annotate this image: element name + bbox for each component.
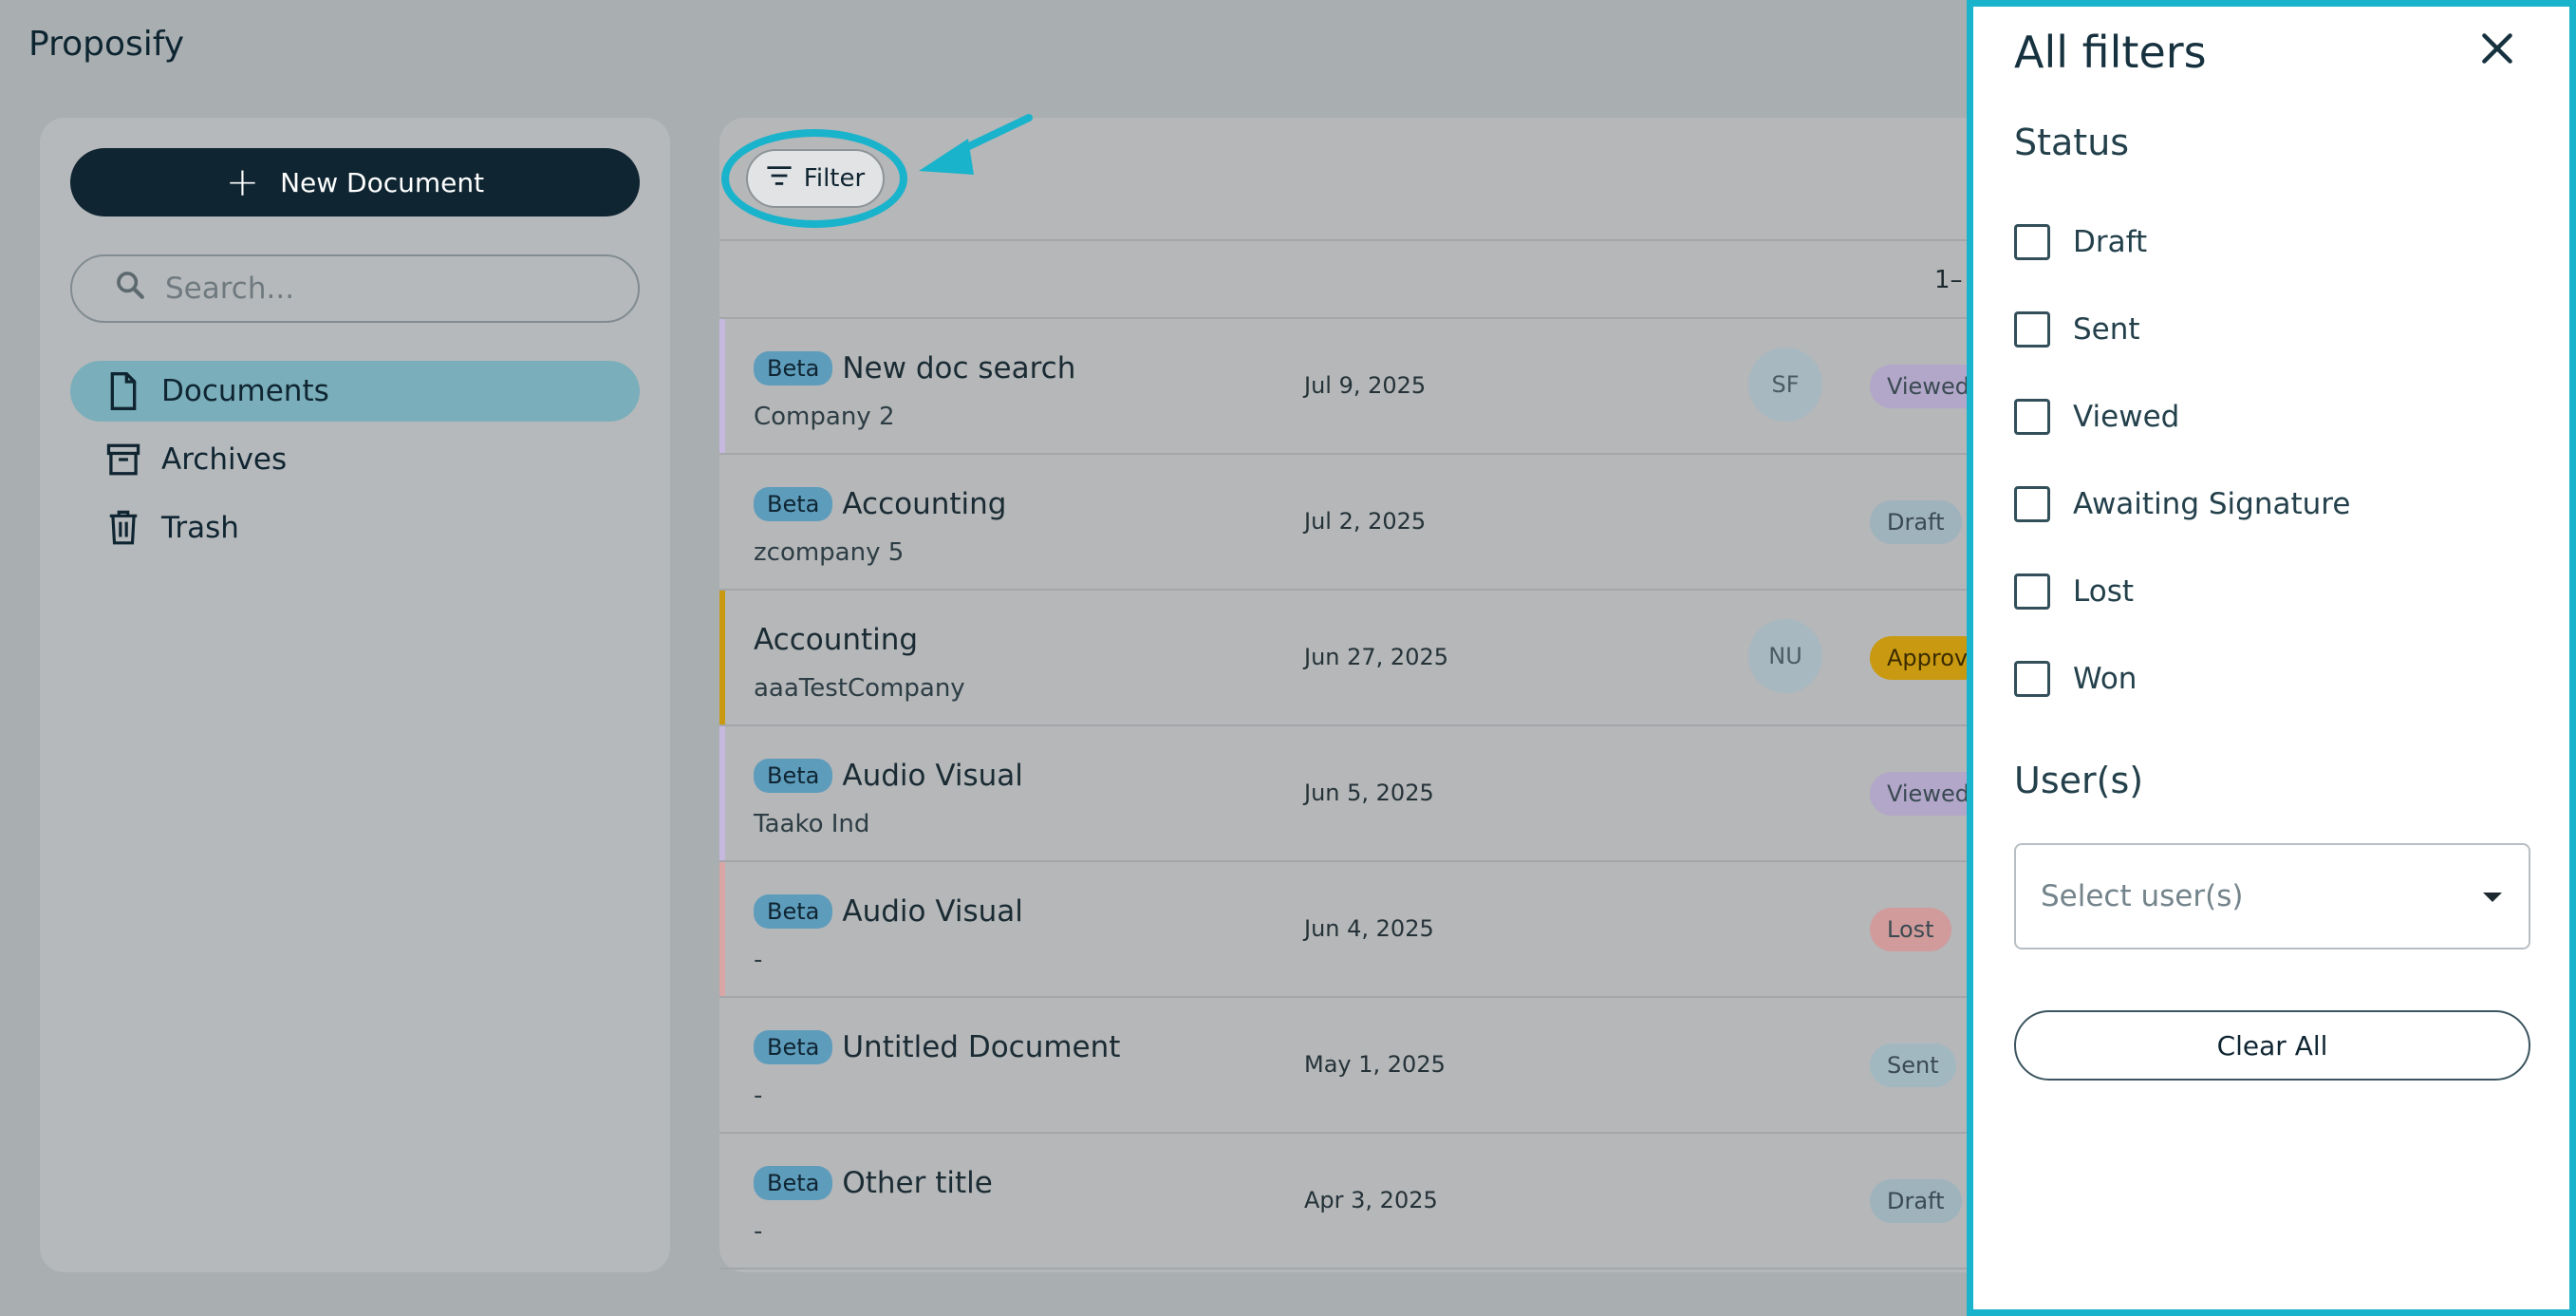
status-badge: Sent: [1870, 1043, 1956, 1087]
status-option-won[interactable]: Won: [2014, 661, 2137, 697]
status-badge: Draft: [1870, 500, 1962, 544]
status-option-label: Lost: [2073, 574, 2134, 609]
pointer-arrow-icon: [919, 114, 1033, 175]
table-row[interactable]: Beta Untitled Document - May 1, 2025 Sent: [719, 998, 1972, 1134]
checkbox[interactable]: [2014, 573, 2050, 610]
document-title: Accounting: [754, 623, 919, 657]
status-option-draft[interactable]: Draft: [2014, 224, 2147, 260]
app-title: Proposify: [28, 25, 185, 64]
status-option-sent[interactable]: Sent: [2014, 311, 2140, 348]
checkbox[interactable]: [2014, 224, 2050, 260]
beta-badge: Beta: [754, 894, 833, 929]
document-title-line: Accounting: [754, 623, 918, 657]
row-accent: [719, 591, 725, 724]
users-select[interactable]: Select user(s): [2014, 843, 2530, 949]
row-accent: [719, 319, 725, 453]
status-option-awaiting-signature[interactable]: Awaiting Signature: [2014, 486, 2350, 522]
sidebar-item-documents[interactable]: Documents: [70, 361, 640, 422]
document-date: May 1, 2025: [1304, 1051, 1446, 1078]
search-placeholder: Search...: [165, 272, 295, 306]
document-date: Jul 9, 2025: [1304, 372, 1427, 399]
document-title-line: Beta Audio Visual: [754, 894, 1023, 929]
users-heading: User(s): [2014, 760, 2144, 801]
table-row[interactable]: Beta New doc search Company 2 Jul 9, 2025 SF…: [719, 319, 1987, 455]
document-company: -: [754, 946, 763, 974]
document-title: New doc search: [842, 351, 1076, 385]
filters-panel-title: All filters: [2014, 27, 2207, 78]
beta-badge: Beta: [754, 1030, 833, 1064]
row-accent: [719, 862, 725, 996]
beta-badge: Beta: [754, 487, 833, 521]
table-row[interactable]: Beta Audio Visual - Jun 4, 2025 Lost: [719, 862, 1972, 998]
close-icon[interactable]: [2475, 27, 2519, 70]
status-badge: Draft: [1870, 1179, 1962, 1223]
caret-down-icon: [2483, 893, 2502, 902]
new-document-button[interactable]: + New Document: [70, 148, 640, 216]
checkbox[interactable]: [2014, 486, 2050, 522]
trash-icon: [104, 509, 142, 547]
document-company: -: [754, 1217, 763, 1246]
document-title: Audio Visual: [842, 759, 1023, 793]
document-icon: [104, 372, 142, 410]
beta-badge: Beta: [754, 759, 833, 793]
checkbox[interactable]: [2014, 399, 2050, 435]
document-date: Jun 5, 2025: [1304, 780, 1434, 806]
beta-badge: Beta: [754, 351, 833, 385]
table-row[interactable]: Beta Audio Visual Taako Ind Jun 5, 2025 View…: [719, 726, 1987, 862]
row-accent: [719, 726, 725, 860]
avatar: SF: [1748, 348, 1822, 422]
status-option-label: Draft: [2073, 225, 2148, 259]
document-title-line: Beta Accounting: [754, 487, 1006, 521]
table-row[interactable]: Beta Accounting zcompany 5 Jul 2, 2025 Draft: [719, 455, 1972, 591]
highlight-circle: [721, 129, 907, 228]
document-title: Untitled Document: [842, 1030, 1121, 1064]
checkbox[interactable]: [2014, 661, 2050, 697]
archive-icon: [104, 441, 142, 479]
sidebar-item-label: Documents: [161, 374, 329, 408]
clear-all-button[interactable]: Clear All: [2014, 1010, 2530, 1081]
document-company: Company 2: [754, 403, 895, 431]
pagination-label: 1–: [1934, 266, 1963, 294]
document-title-line: Beta Other title: [754, 1166, 993, 1200]
status-option-label: Viewed: [2073, 400, 2180, 434]
document-date: Jun 4, 2025: [1304, 915, 1434, 942]
document-title-line: Beta Untitled Document: [754, 1030, 1120, 1064]
status-option-lost[interactable]: Lost: [2014, 573, 2134, 610]
new-document-label: New Document: [280, 166, 485, 198]
document-company: -: [754, 1081, 763, 1110]
status-badge: Lost: [1870, 908, 1951, 951]
status-option-label: Won: [2073, 662, 2137, 696]
filters-panel: [1967, 0, 2576, 1316]
document-title: Accounting: [842, 487, 1007, 521]
sidebar-item-trash[interactable]: Trash: [70, 498, 640, 558]
plus-icon: +: [225, 159, 260, 205]
sidebar-item-label: Trash: [161, 511, 239, 545]
status-option-label: Sent: [2073, 312, 2140, 347]
sidebar-item-archives[interactable]: Archives: [70, 429, 640, 490]
document-date: Jul 2, 2025: [1304, 508, 1427, 535]
document-company: aaaTestCompany: [754, 674, 965, 703]
status-option-viewed[interactable]: Viewed: [2014, 399, 2179, 435]
avatar: NU: [1748, 619, 1822, 693]
checkbox[interactable]: [2014, 311, 2050, 348]
status-heading: Status: [2014, 122, 2130, 163]
document-date: Apr 3, 2025: [1304, 1187, 1438, 1213]
sidebar-item-label: Archives: [161, 442, 288, 477]
table-row[interactable]: Beta Other title - Apr 3, 2025 Draft: [719, 1134, 1972, 1269]
document-title: Audio Visual: [842, 894, 1023, 929]
document-title: Other title: [842, 1166, 993, 1200]
beta-badge: Beta: [754, 1166, 833, 1200]
document-company: zcompany 5: [754, 538, 905, 567]
toolbar: [719, 118, 1972, 241]
table-row[interactable]: Accounting aaaTestCompany Jun 27, 2025 NU Ap…: [719, 591, 1986, 726]
users-select-placeholder: Select user(s): [2041, 879, 2244, 913]
search-icon: [114, 269, 146, 309]
search-input[interactable]: Search...: [70, 254, 640, 323]
document-company: Taako Ind: [754, 810, 870, 838]
status-option-label: Awaiting Signature: [2073, 487, 2351, 521]
document-title-line: Beta New doc search: [754, 351, 1075, 385]
document-title-line: Beta Audio Visual: [754, 759, 1023, 793]
document-date: Jun 27, 2025: [1304, 644, 1449, 670]
